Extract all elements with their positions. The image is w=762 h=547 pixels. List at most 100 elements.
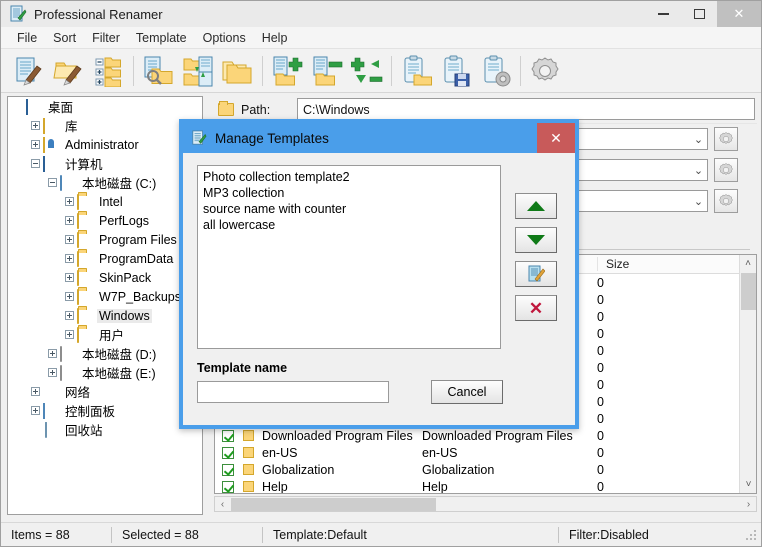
cell-size: 0 — [597, 293, 657, 307]
tree-node[interactable]: Intel — [8, 192, 202, 211]
template-combo-3-settings-button[interactable] — [714, 189, 738, 213]
expand-icon[interactable] — [48, 368, 57, 377]
rename-folders-button[interactable] — [49, 51, 89, 91]
scroll-down-arrow[interactable]: ˅ — [740, 476, 757, 493]
folder-icon — [243, 481, 254, 492]
folder-tree[interactable]: 桌面库Administrator计算机本地磁盘 (C:)IntelPerfLog… — [7, 96, 203, 515]
tree-node[interactable]: Administrator — [8, 135, 202, 154]
tree-spacer — [14, 102, 23, 111]
row-checkbox[interactable] — [222, 447, 234, 459]
menu-sort[interactable]: Sort — [45, 29, 84, 47]
move-up-button[interactable] — [515, 193, 557, 219]
row-checkbox[interactable] — [222, 430, 234, 442]
collapse-icon[interactable] — [48, 178, 57, 187]
expand-icon[interactable] — [65, 216, 74, 225]
tree-node[interactable]: 库 — [8, 116, 202, 135]
add-remove-undo-button[interactable] — [347, 51, 387, 91]
path-label: Path: — [241, 103, 270, 117]
computer-icon — [43, 157, 59, 171]
expand-icon[interactable] — [65, 235, 74, 244]
expand-icon[interactable] — [65, 273, 74, 282]
expand-icon[interactable] — [65, 330, 74, 339]
expand-icon[interactable] — [31, 140, 40, 149]
tree-node[interactable]: 回收站 — [8, 420, 202, 439]
expand-icon[interactable] — [65, 311, 74, 320]
template-list-item[interactable]: source name with counter — [203, 201, 495, 217]
tree-node[interactable]: W7P_Backups — [8, 287, 202, 306]
tree-node[interactable]: 桌面 — [8, 97, 202, 116]
clipboard-save-button[interactable] — [436, 51, 476, 91]
template-combo-2-settings-button[interactable] — [714, 158, 738, 182]
table-row[interactable]: HelpHelp0 — [215, 478, 756, 494]
tree-node[interactable]: 本地磁盘 (D:) — [8, 344, 202, 363]
file-list-vertical-scrollbar[interactable]: ˄ ˅ — [739, 255, 756, 493]
clipboard-settings-button[interactable] — [476, 51, 516, 91]
row-checkbox[interactable] — [222, 481, 234, 493]
toolbar-separator — [133, 56, 134, 86]
tree-node[interactable]: Program Files — [8, 230, 202, 249]
rename-files-button[interactable] — [9, 51, 49, 91]
row-checkbox[interactable] — [222, 464, 234, 476]
path-input[interactable]: C:\Windows — [297, 98, 755, 120]
table-row[interactable]: GlobalizationGlobalization0 — [215, 461, 756, 478]
menu-options[interactable]: Options — [195, 29, 254, 47]
expand-icon[interactable] — [65, 292, 74, 301]
expand-icon[interactable] — [65, 254, 74, 263]
folder-icon — [77, 309, 93, 323]
tree-node[interactable]: 网络 — [8, 382, 202, 401]
dialog-close-button[interactable]: ✕ — [537, 123, 575, 153]
tree-node[interactable]: 本地磁盘 (E:) — [8, 363, 202, 382]
expand-icon[interactable] — [31, 406, 40, 415]
expand-icon[interactable] — [65, 197, 74, 206]
tree-node[interactable]: Windows — [8, 306, 202, 325]
tree-node[interactable]: PerfLogs — [8, 211, 202, 230]
clipboard-folder-button[interactable] — [396, 51, 436, 91]
sync-folders-button[interactable] — [178, 51, 218, 91]
settings-button[interactable] — [525, 51, 565, 91]
maximize-button[interactable] — [681, 1, 717, 27]
browse-folder-button[interactable] — [138, 51, 178, 91]
tree-node[interactable]: SkinPack — [8, 268, 202, 287]
tree-node[interactable]: 控制面板 — [8, 401, 202, 420]
cell-name: Globalization — [262, 463, 422, 477]
delete-template-button[interactable]: ✕ — [515, 295, 557, 321]
template-name-input[interactable] — [197, 381, 389, 403]
table-row[interactable]: Downloaded Program FilesDownloaded Progr… — [215, 427, 756, 444]
add-files-button[interactable] — [267, 51, 307, 91]
column-header-size[interactable]: Size — [597, 257, 677, 271]
edit-template-button[interactable] — [515, 261, 557, 287]
table-row[interactable]: en-USen-US0 — [215, 444, 756, 461]
menu-file[interactable]: File — [9, 29, 45, 47]
resize-grip-icon[interactable] — [745, 530, 757, 542]
expand-icon[interactable] — [31, 387, 40, 396]
horizontal-scroll-thumb[interactable] — [231, 498, 436, 511]
file-list-horizontal-scrollbar[interactable]: ‹ › — [214, 496, 757, 512]
folder-add-remove-button[interactable] — [89, 51, 129, 91]
scroll-left-arrow[interactable]: ‹ — [215, 499, 230, 510]
vertical-scroll-thumb[interactable] — [741, 273, 756, 310]
template-list-item[interactable]: all lowercase — [203, 217, 495, 233]
multiple-folders-button[interactable] — [218, 51, 258, 91]
template-list[interactable]: Photo collection template2MP3 collection… — [197, 165, 501, 349]
tree-node[interactable]: 本地磁盘 (C:) — [8, 173, 202, 192]
template-list-item[interactable]: Photo collection template2 — [203, 169, 495, 185]
menu-help[interactable]: Help — [254, 29, 296, 47]
tree-node[interactable]: 计算机 — [8, 154, 202, 173]
cell-new-name: Help — [422, 480, 597, 494]
collapse-icon[interactable] — [31, 159, 40, 168]
remove-files-button[interactable] — [307, 51, 347, 91]
template-combo-1-settings-button[interactable] — [714, 127, 738, 151]
scroll-up-arrow[interactable]: ˄ — [740, 255, 756, 272]
expand-icon[interactable] — [31, 121, 40, 130]
move-down-button[interactable] — [515, 227, 557, 253]
tree-node[interactable]: ProgramData — [8, 249, 202, 268]
close-button[interactable]: ✕ — [717, 1, 761, 27]
expand-icon[interactable] — [48, 349, 57, 358]
menu-template[interactable]: Template — [128, 29, 195, 47]
scroll-right-arrow[interactable]: › — [741, 499, 756, 510]
template-list-item[interactable]: MP3 collection — [203, 185, 495, 201]
minimize-button[interactable] — [645, 1, 681, 27]
menu-filter[interactable]: Filter — [84, 29, 128, 47]
cancel-button[interactable]: Cancel — [431, 380, 503, 404]
tree-node[interactable]: 用户 — [8, 325, 202, 344]
